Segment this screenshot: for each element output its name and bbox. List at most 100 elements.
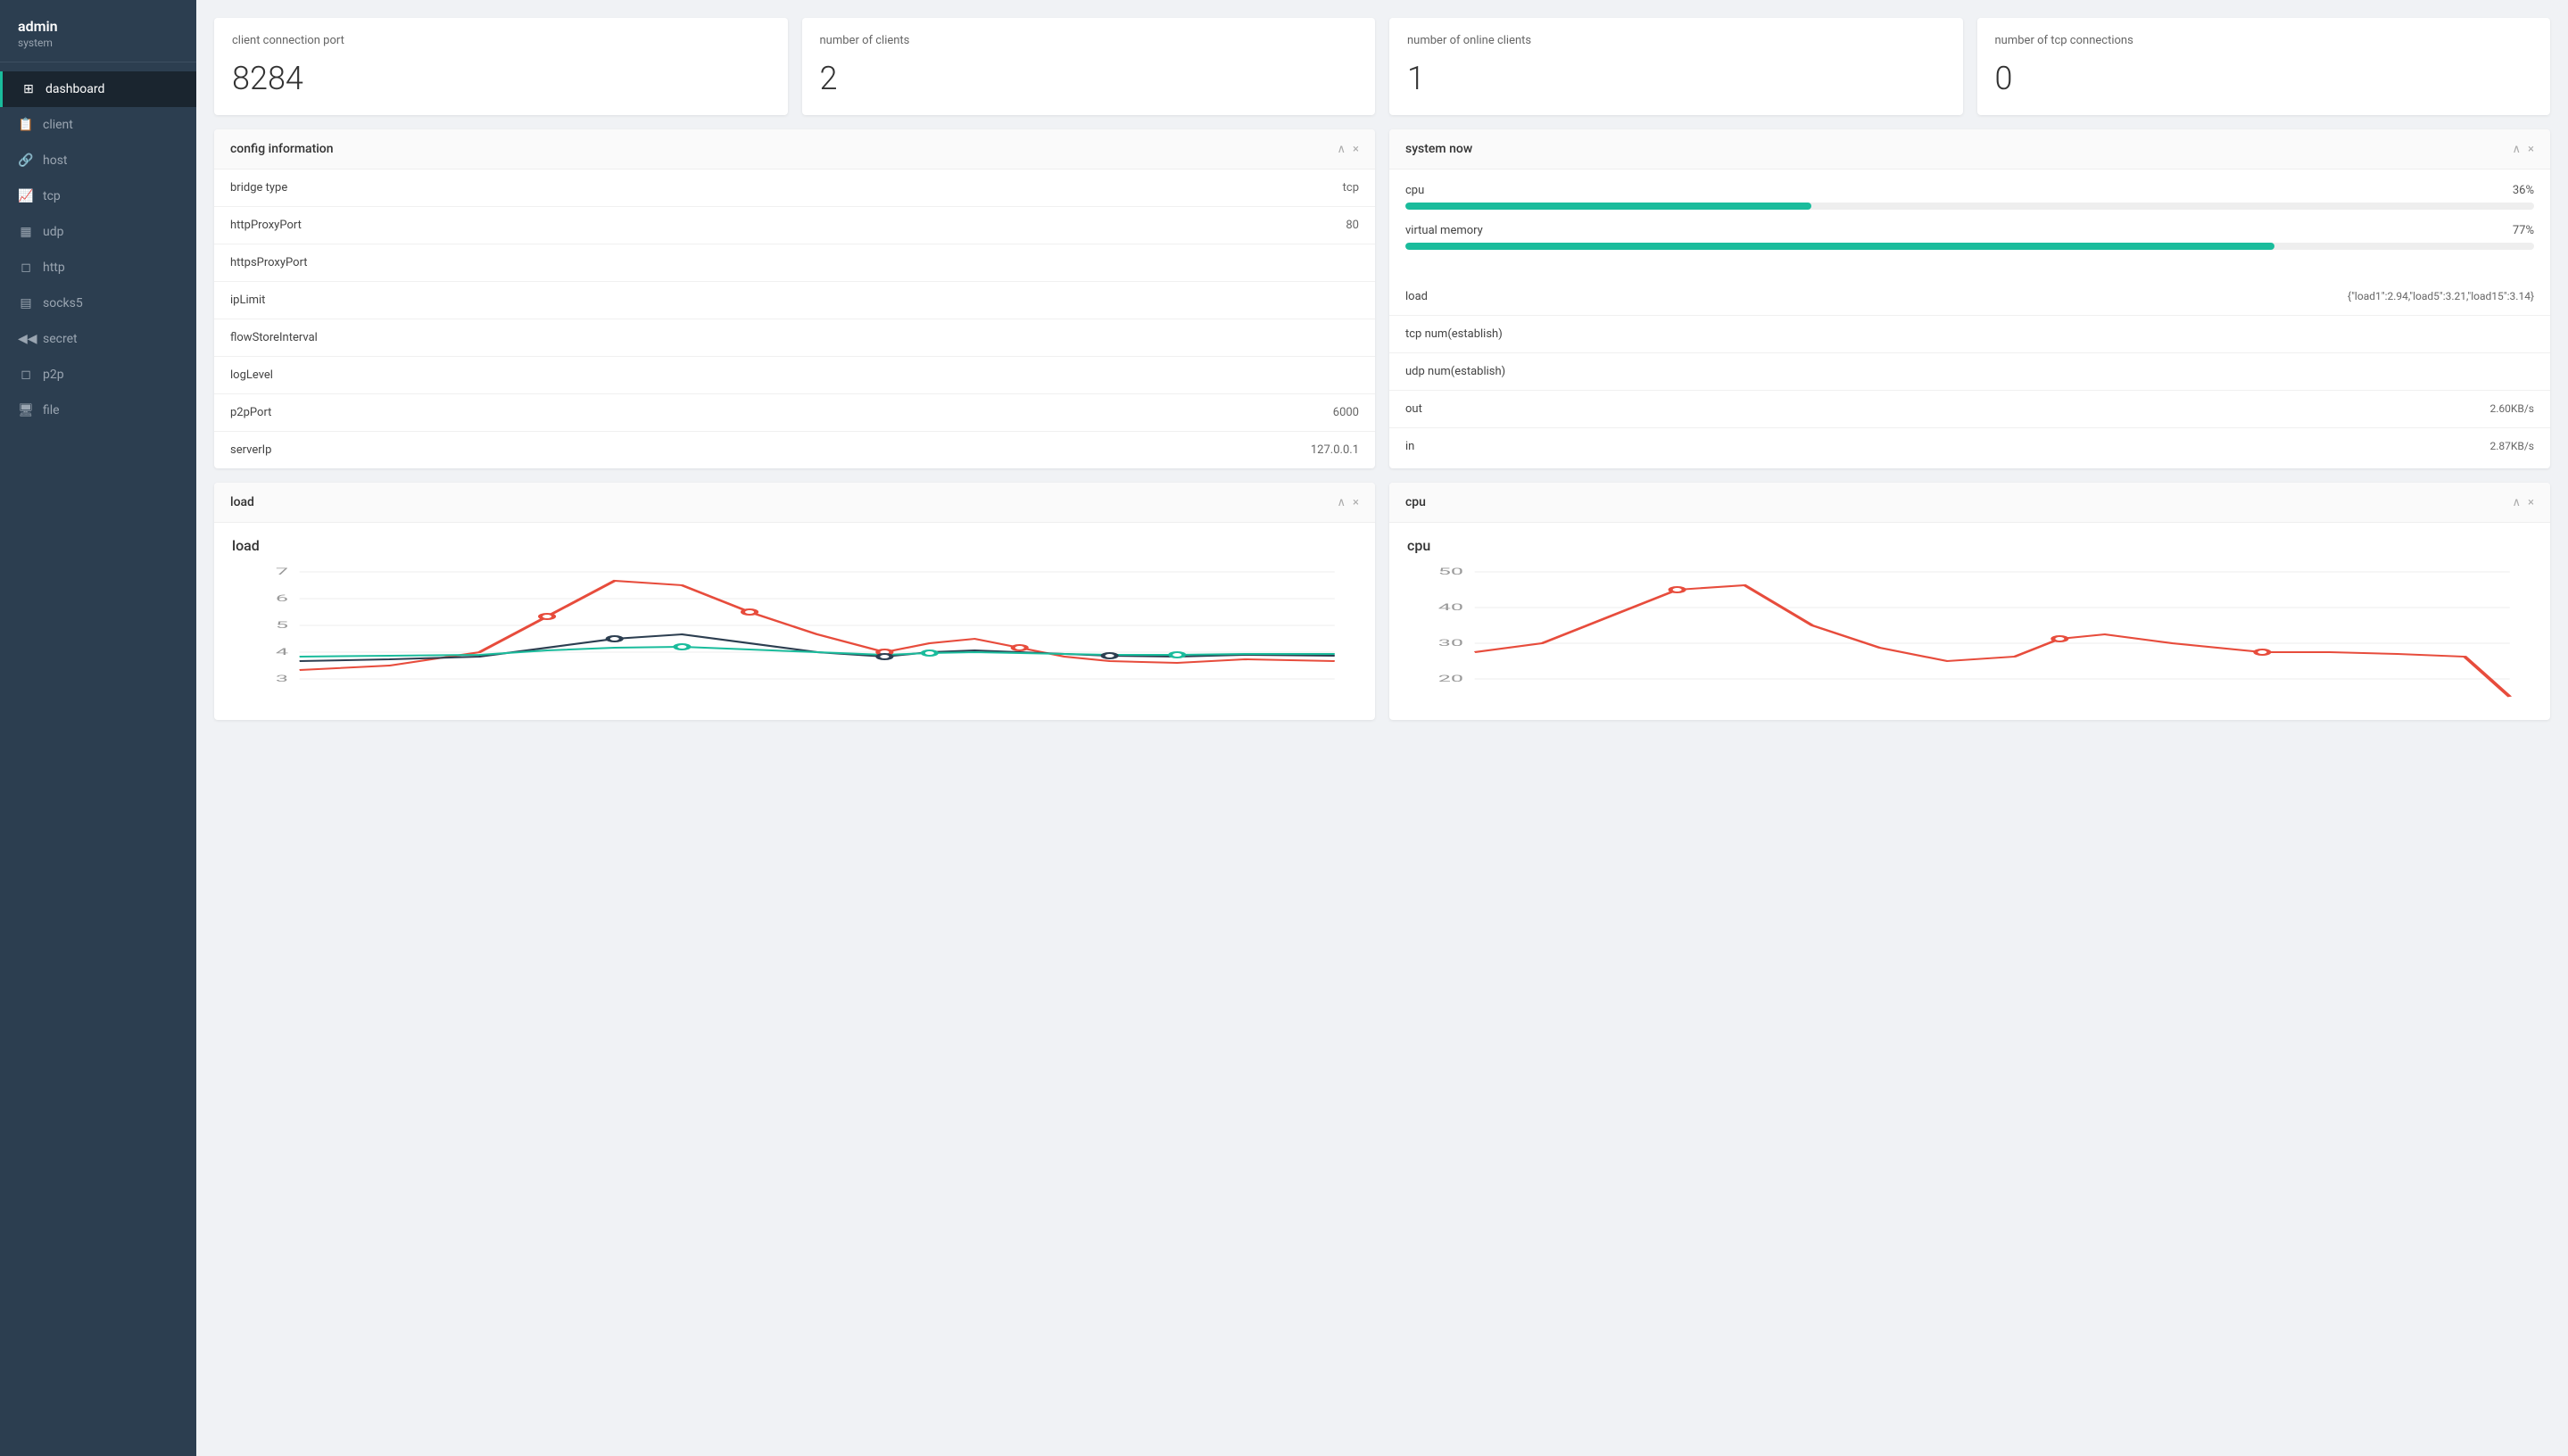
config-key-0: bridge type [230, 181, 287, 194]
system-info-key-4: in [1405, 440, 1414, 453]
user-role: system [18, 37, 178, 49]
sidebar-item-client[interactable]: 📋 client [0, 107, 196, 143]
secret-nav-icon: ◀◀ [18, 332, 34, 346]
system-info-rows: load {"load1":2.94,"load5":3.21,"load15":… [1389, 278, 2550, 465]
svg-text:40: 40 [1438, 602, 1463, 613]
config-panel-body: bridge type tcp httpProxyPort80 httpsProxyP… [214, 170, 1375, 468]
config-key-1: httpProxyPort [230, 219, 302, 232]
system-collapse-btn[interactable]: ∧ [2513, 143, 2522, 156]
load-chart-body: load 7 6 5 4 3 [214, 523, 1375, 720]
config-key-7: serverIp [230, 443, 271, 457]
system-close-btn[interactable]: × [2528, 143, 2534, 156]
udp-nav-icon: ▦ [18, 225, 34, 239]
cpu-progress-bar [1405, 203, 2534, 210]
sidebar-item-socks5[interactable]: ▤socks5 [0, 285, 196, 321]
config-val-0: tcp [1343, 181, 1359, 194]
load-chart-title: load [232, 537, 1357, 554]
cpu-panel-controls: ∧ × [2513, 496, 2534, 509]
config-key-3: ipLimit [230, 294, 265, 307]
config-row-7: serverIp 127.0.0.1 [214, 432, 1375, 468]
stat-label-0: client connection port [232, 34, 770, 47]
config-key-2: httpsProxyPort [230, 256, 308, 269]
sidebar: admin system ⊞dashboard📋client🔗host📈tcp▦… [0, 0, 196, 1456]
cpu-chart-title: cpu [1407, 537, 2532, 554]
system-info-row-0: load {"load1":2.94,"load5":3.21,"load15":… [1389, 278, 2550, 316]
sidebar-item-p2p[interactable]: ◻p2p [0, 357, 196, 393]
system-panel-title: system now [1405, 142, 1472, 156]
sidebar-item-label-file: file [43, 403, 60, 418]
p2p-nav-icon: ◻ [18, 368, 34, 382]
system-info-key-0: load [1405, 290, 1428, 303]
config-val-6: 6000 [1333, 406, 1359, 419]
system-panel-header: system now ∧ × [1389, 129, 2550, 170]
stat-card-1: number of clients 2 [802, 18, 1376, 115]
stat-value-3: 0 [1995, 60, 2533, 97]
sidebar-item-label-http: http [43, 261, 65, 275]
config-close-btn[interactable]: × [1353, 143, 1359, 156]
config-row-1: httpProxyPort80 [214, 207, 1375, 244]
config-row-0: bridge type tcp [214, 170, 1375, 207]
system-info-val-4: 2.87KB/s [2489, 440, 2534, 453]
sidebar-item-label-host: host [43, 153, 68, 168]
sidebar-item-label-secret: secret [43, 332, 78, 346]
system-metrics-section: cpu 36% virtual memory 77% [1389, 170, 2550, 278]
tcp-nav-icon: 📈 [18, 189, 34, 203]
vmem-metric: virtual memory 77% [1405, 224, 2534, 250]
sidebar-item-http[interactable]: ◻http [0, 250, 196, 285]
cpu-collapse-btn[interactable]: ∧ [2513, 496, 2522, 509]
stats-row: client connection port 8284 number of clie… [214, 18, 2550, 115]
svg-text:5: 5 [276, 620, 288, 631]
system-info-val-0: {"load1":2.94,"load5":3.21,"load15":3.14… [2348, 290, 2534, 303]
sidebar-item-udp[interactable]: ▦ udp [0, 214, 196, 250]
host-nav-icon: 🔗 [18, 153, 34, 168]
stat-label-3: number of tcp connections [1995, 34, 2533, 47]
system-info-key-1: tcp num(establish) [1405, 327, 1503, 341]
svg-text:7: 7 [276, 567, 288, 577]
stat-label-1: number of clients [820, 34, 1358, 47]
vmem-progress-bar [1405, 243, 2534, 250]
sidebar-item-label-socks5: socks5 [43, 296, 83, 310]
config-row-4: flowStoreInterval [214, 319, 1375, 357]
cpu-chart-svg: 50 40 30 20 [1407, 563, 2532, 706]
load-chart-svg: 7 6 5 4 3 [232, 563, 1357, 706]
cpu-panel-header: cpu ∧ × [1389, 483, 2550, 523]
sidebar-item-tcp[interactable]: 📈 tcp [0, 178, 196, 214]
sidebar-item-dashboard[interactable]: ⊞ dashboard [0, 71, 196, 107]
sidebar-item-host[interactable]: 🔗 host [0, 143, 196, 178]
cpu-label: cpu [1405, 184, 1424, 197]
system-info-row-1: tcp num(establish) [1389, 316, 2550, 353]
config-panel: config information ∧ × bridge type tcp htt… [214, 129, 1375, 468]
load-close-btn[interactable]: × [1353, 496, 1359, 509]
config-row-2: httpsProxyPort [214, 244, 1375, 282]
system-info-row-2: udp num(establish) [1389, 353, 2550, 391]
system-info-row-3: out2.60KB/s [1389, 391, 2550, 428]
dashboard-nav-icon: ⊞ [21, 82, 37, 96]
sidebar-item-label-client: client [43, 118, 73, 132]
sidebar-item-file[interactable]: 🖥file [0, 393, 196, 428]
load-collapse-btn[interactable]: ∧ [1338, 496, 1346, 509]
stat-card-0: client connection port 8284 [214, 18, 788, 115]
svg-text:50: 50 [1438, 567, 1463, 577]
sidebar-item-secret[interactable]: ◀◀ secret [0, 321, 196, 357]
config-key-4: flowStoreInterval [230, 331, 318, 344]
stat-value-0: 8284 [232, 60, 770, 97]
cpu-close-btn[interactable]: × [2528, 496, 2534, 509]
charts-row: load ∧ × load 7 [214, 483, 2550, 720]
stat-value-1: 2 [820, 60, 1358, 97]
sidebar-item-label-dashboard: dashboard [46, 82, 104, 96]
sidebar-item-label-tcp: tcp [43, 189, 61, 203]
config-panel-controls: ∧ × [1338, 143, 1359, 156]
cpu-panel-title: cpu [1405, 495, 1426, 509]
cpu-metric: cpu 36% [1405, 184, 2534, 210]
config-collapse-btn[interactable]: ∧ [1338, 143, 1346, 156]
config-val-7: 127.0.0.1 [1311, 443, 1359, 457]
system-panel-controls: ∧ × [2513, 143, 2534, 156]
svg-text:6: 6 [276, 593, 288, 604]
stat-label-2: number of online clients [1407, 34, 1945, 47]
config-panel-title: config information [230, 142, 334, 156]
sidebar-item-label-udp: udp [43, 225, 63, 239]
svg-text:20: 20 [1438, 674, 1463, 684]
load-panel-header: load ∧ × [214, 483, 1375, 523]
client-nav-icon: 📋 [18, 118, 34, 132]
load-chart-container: 7 6 5 4 3 [232, 563, 1357, 706]
